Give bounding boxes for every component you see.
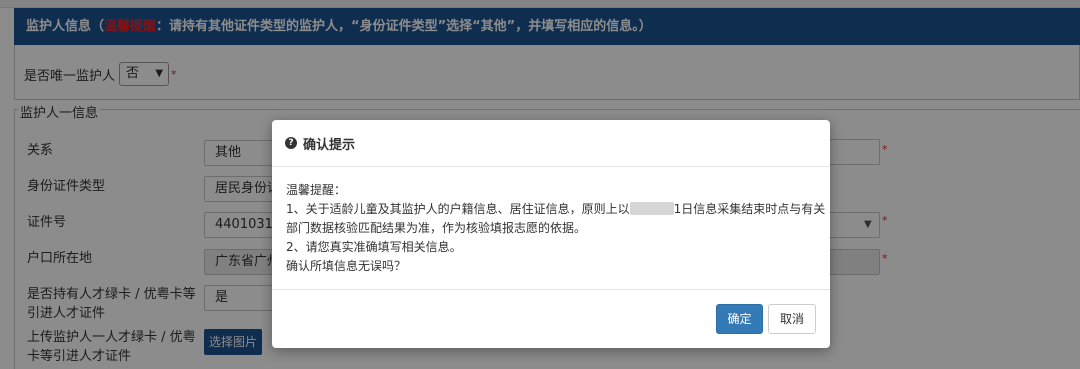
question-circle-icon: ? bbox=[285, 137, 297, 149]
dialog-footer: 确定 取消 bbox=[272, 289, 830, 348]
confirm-dialog: ? 确认提示 温馨提醒： 1、关于适龄儿童及其监护人的户籍信息、居住证信息，原则… bbox=[272, 120, 830, 348]
dialog-line-1: 温馨提醒： bbox=[286, 183, 347, 197]
dialog-title: 确认提示 bbox=[303, 137, 356, 153]
dialog-line-2a: 1、关于适龄儿童及其监护人的户籍信息、居住证信息，原则上以 bbox=[286, 202, 630, 216]
cancel-button[interactable]: 取消 bbox=[768, 304, 816, 334]
dialog-header: ? 确认提示 bbox=[272, 120, 830, 167]
dialog-line-2b: 1日信息采集结束时点与有关 bbox=[673, 202, 826, 216]
redacted-date bbox=[629, 202, 674, 215]
dialog-body: 温馨提醒： 1、关于适龄儿童及其监护人的户籍信息、居住证信息，原则上以 1日信息采… bbox=[272, 167, 830, 289]
dialog-line-4: 2、请您真实准确填写相关信息。 bbox=[286, 240, 462, 254]
dialog-line-3: 部门数据核验匹配结果为准，作为核验填报志愿的依据。 bbox=[286, 221, 587, 235]
confirm-button[interactable]: 确定 bbox=[716, 304, 763, 334]
dialog-line-5: 确认所填信息无误吗？ bbox=[286, 259, 407, 273]
dialog-line-2: 1、关于适龄儿童及其监护人的户籍信息、居住证信息，原则上以 1日信息采集结束时点与… bbox=[286, 200, 825, 219]
